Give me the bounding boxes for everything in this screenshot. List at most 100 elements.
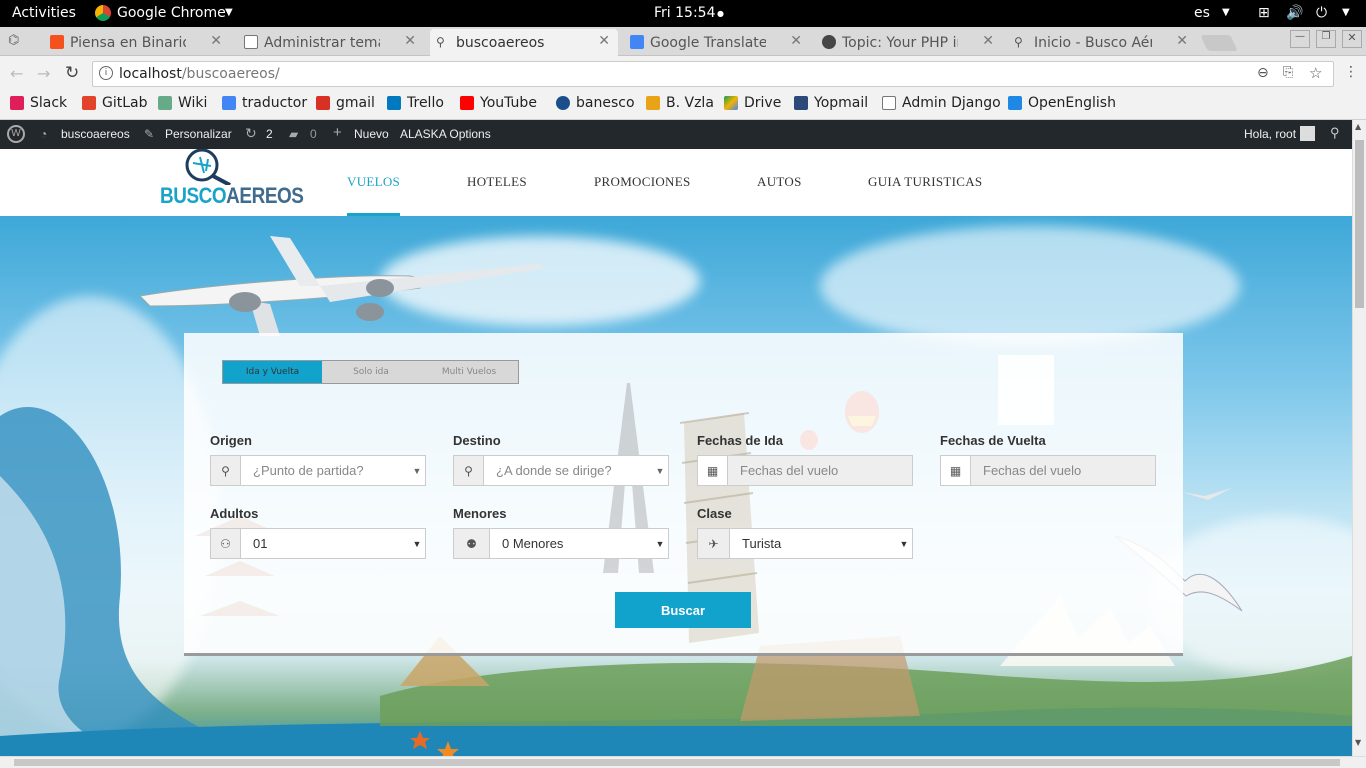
updates-count[interactable]: 2 [266, 127, 273, 141]
origen-select[interactable]: ⚲ ¿Punto de partida? ▼ [210, 455, 426, 486]
horizontal-scrollbar[interactable] [0, 756, 1366, 768]
power-icon[interactable]: ⏻ [1316, 5, 1327, 21]
close-icon[interactable]: ✕ [790, 33, 802, 49]
window-menu-icon[interactable]: ⌬ [8, 33, 19, 48]
nav-hoteles[interactable]: HOTELES [467, 174, 527, 190]
bookmark-bvzla[interactable]: B. Vzla [646, 95, 714, 111]
bookmark-traductor[interactable]: traductor [222, 95, 307, 111]
bookmark-gmail[interactable]: gmail [316, 95, 375, 111]
new-tab-button[interactable] [1200, 35, 1238, 51]
chevron-down-icon: ▼ [655, 465, 665, 476]
tab-strip: ⌬ Piensa en Binario: Co ✕ Administrar tem… [0, 27, 1366, 56]
bookmark-wiki[interactable]: Wiki [158, 95, 207, 111]
bookmark-banesco[interactable]: banesco [556, 95, 635, 111]
bookmark-gitlab[interactable]: GitLab [82, 95, 148, 111]
adultos-label: Adultos [210, 506, 259, 521]
url-text[interactable]: localhost/buscoaereos/ [119, 66, 280, 82]
trip-type-oneway[interactable]: Solo ida [322, 360, 420, 384]
vuelta-date-input[interactable]: ▦ Fechas del vuelo [940, 455, 1156, 486]
reload-icon[interactable]: ↻ [65, 63, 79, 83]
close-icon[interactable]: ✕ [404, 33, 416, 49]
site-logo[interactable]: BUSCOAEREOS [160, 149, 304, 209]
tab-google-translate[interactable]: Google Translate ✕ [624, 29, 810, 56]
nav-autos[interactable]: AUTOS [757, 174, 802, 190]
wp-account-link[interactable]: Hola, root [1244, 127, 1296, 141]
calendar-icon: ▦ [698, 456, 728, 485]
bookmark-slack[interactable]: Slack [10, 95, 67, 111]
bookmark-drive[interactable]: Drive [724, 95, 781, 111]
menores-value: 0 Menores [502, 536, 564, 551]
network-icon[interactable]: ⊞ [1258, 5, 1270, 21]
wp-site-link[interactable]: buscoaereos [61, 127, 130, 141]
wp-new-link[interactable]: Nuevo [354, 127, 389, 141]
bookmark-label: traductor [242, 95, 308, 111]
activities-button[interactable]: Activities [12, 5, 76, 21]
avatar[interactable] [1300, 126, 1315, 141]
tab-piensa-en-binario[interactable]: Piensa en Binario: Co ✕ [44, 29, 230, 56]
comment-icon[interactable]: ▰ [289, 127, 298, 141]
yopmail-icon [794, 96, 808, 110]
info-icon[interactable]: i [99, 66, 113, 80]
back-icon[interactable]: ← [10, 64, 23, 83]
bookmark-trello[interactable]: Trello [387, 95, 444, 111]
scroll-up-icon[interactable]: ▲ [1355, 122, 1361, 131]
wp-options-link[interactable]: ALASKA Options [400, 127, 491, 141]
nav-promociones[interactable]: PROMOCIONES [594, 174, 690, 190]
trip-type-multi[interactable]: Multi Vuelos [420, 360, 519, 384]
close-icon[interactable]: ✕ [982, 33, 994, 49]
menores-select[interactable]: ⚉ 0 Menores ▼ [453, 528, 669, 559]
address-bar[interactable]: i localhost/buscoaereos/ ⊖ ⎘ ☆ [92, 61, 1334, 87]
wordpress-icon[interactable]: W [7, 125, 25, 143]
ida-label: Fechas de Ida [697, 433, 783, 448]
close-icon[interactable]: ✕ [210, 33, 222, 49]
adultos-select[interactable]: ⚇ 01 ▼ [210, 528, 426, 559]
menu-icon[interactable]: ⋮ [1344, 64, 1358, 80]
nav-guia-turisticas[interactable]: GUIA TURISTICAS [868, 174, 982, 190]
keyboard-language[interactable]: es [1194, 5, 1210, 21]
forward-icon[interactable]: → [37, 64, 50, 83]
tab-inicio-busco-aereos[interactable]: ⚲ Inicio - Busco Aéreos ✕ [1008, 29, 1196, 56]
map-marker-icon: ⚲ [211, 456, 241, 485]
tab-buscoaereos[interactable]: ⚲ buscoaereos ✕ [430, 29, 618, 56]
close-icon[interactable]: ✕ [1176, 33, 1188, 49]
users-icon: ⚇ [211, 529, 241, 558]
nav-vuelos[interactable]: VUELOS [347, 174, 400, 190]
trip-type-roundtrip[interactable]: Ida y Vuelta [222, 360, 322, 384]
app-menu[interactable]: Google Chrome [117, 5, 226, 21]
scroll-down-icon[interactable]: ▼ [1355, 738, 1361, 747]
tab-label: buscoaereos [456, 34, 545, 51]
bookmark-admin-django[interactable]: Admin Django [882, 95, 1001, 111]
close-window-icon[interactable]: ✕ [1342, 30, 1362, 48]
bookmark-openenglish[interactable]: OpenEnglish [1008, 95, 1116, 111]
clase-select[interactable]: ✈ Turista ▼ [697, 528, 913, 559]
search-button[interactable]: Buscar [615, 592, 751, 628]
slack-icon [10, 96, 24, 110]
bookmarks-bar: Slack GitLab Wiki traductor gmail Trello… [0, 92, 1366, 120]
logo-part1: BUSCO [160, 183, 227, 208]
scrollbar-thumb[interactable] [1355, 140, 1364, 308]
bookmark-star-icon[interactable]: ☆ [1309, 64, 1322, 82]
origen-label: Origen [210, 433, 252, 448]
volume-icon[interactable]: 🔊 [1286, 5, 1303, 21]
search-icon[interactable]: ⚲ [1330, 125, 1340, 141]
bookmark-youtube[interactable]: YouTube [460, 95, 537, 111]
clock[interactable]: Fri 15:54 [654, 5, 715, 21]
minimize-icon[interactable]: — [1290, 30, 1310, 48]
tab-topic-php[interactable]: Topic: Your PHP insta ✕ [816, 29, 1002, 56]
bookmark-label: banesco [576, 95, 635, 111]
bookmark-yopmail[interactable]: Yopmail [794, 95, 868, 111]
wp-customize-link[interactable]: Personalizar [165, 127, 232, 141]
comments-count[interactable]: 0 [310, 127, 317, 141]
page-icon [882, 96, 896, 110]
ida-date-input[interactable]: ▦ Fechas del vuelo [697, 455, 913, 486]
updates-icon[interactable]: ↻ [245, 125, 257, 142]
maximize-icon[interactable]: ❐ [1316, 30, 1336, 48]
scrollbar-thumb[interactable] [14, 759, 1340, 766]
vertical-scrollbar[interactable]: ▲ ▼ [1352, 120, 1366, 756]
tab-administrar-temas[interactable]: Administrar temas de ✕ [238, 29, 424, 56]
zoom-icon[interactable]: ⊖ [1257, 65, 1269, 81]
destino-select[interactable]: ⚲ ¿A donde se dirige? ▼ [453, 455, 669, 486]
translate-icon[interactable]: ⎘ [1283, 65, 1293, 80]
close-icon[interactable]: ✕ [598, 33, 610, 49]
drive-icon [724, 96, 738, 110]
